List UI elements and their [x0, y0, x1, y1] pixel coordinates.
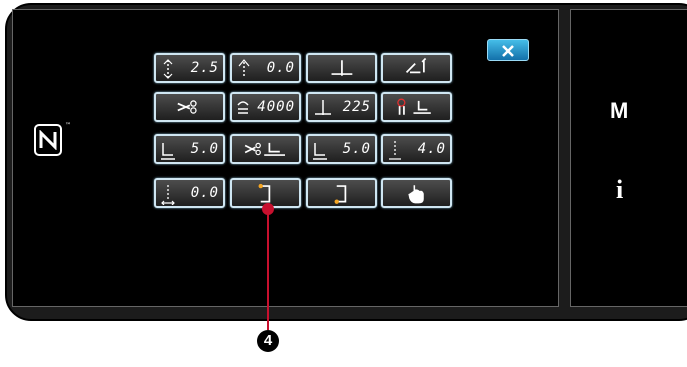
callout-number: 4	[257, 330, 279, 352]
bartack-start-icon	[258, 183, 271, 203]
trim-foot-lift-button[interactable]	[381, 92, 452, 122]
close-button[interactable]	[487, 39, 529, 61]
menu-button[interactable]: M	[610, 98, 628, 124]
needle-offset-value: 0.0	[190, 185, 219, 201]
presser-foot-stop-icon	[313, 143, 327, 160]
manual-operation-button[interactable]	[381, 178, 452, 208]
callout-marker	[262, 203, 274, 215]
bobbin-counter-value: 4000	[257, 99, 295, 115]
stitch-length-icon	[163, 59, 173, 79]
needle-up-down-button[interactable]	[306, 53, 377, 83]
needle-position-icon	[315, 100, 331, 115]
presser-foot-height-value: 5.0	[190, 141, 219, 157]
close-icon	[502, 45, 514, 57]
bartack-end-button[interactable]	[306, 178, 377, 208]
trim-foot-icon	[397, 98, 431, 115]
presser-foot-lift-icon	[405, 57, 427, 74]
stitch-height-value: 4.0	[417, 141, 446, 157]
needle-position-icon	[161, 185, 175, 205]
trim-foot-button[interactable]	[230, 134, 301, 164]
foot-stop-height-button[interactable]: 5.0	[306, 134, 377, 164]
side-panel	[570, 9, 687, 307]
presser-foot-lift-button[interactable]	[381, 53, 452, 83]
thread-trimmer-icon	[244, 142, 285, 156]
thread-trimmer-button[interactable]	[154, 92, 225, 122]
stitch-length-icon	[389, 141, 401, 160]
info-button[interactable]: i	[616, 175, 623, 205]
reverse-stitch-value: 0.0	[266, 60, 295, 76]
bobbin-counter-button[interactable]: 4000	[230, 92, 301, 122]
needle-position-button[interactable]: 225	[306, 92, 377, 122]
stitch-height-button[interactable]: 4.0	[381, 134, 452, 164]
bobbin-counter-icon	[237, 101, 249, 114]
nfc-trademark: ™	[65, 122, 71, 129]
needle-position-value: 225	[342, 99, 371, 115]
callout-line	[267, 208, 269, 330]
foot-stop-height-value: 5.0	[342, 141, 371, 157]
stitch-length-value: 2.5	[190, 60, 219, 76]
thread-trimmer-icon	[177, 100, 197, 114]
needle-up-down-icon	[331, 60, 353, 76]
needle-offset-button[interactable]: 0.0	[154, 178, 225, 208]
hand-pointer-icon	[408, 185, 424, 204]
presser-foot-height-button[interactable]: 5.0	[154, 134, 225, 164]
stitch-length-button[interactable]: 2.5	[154, 53, 225, 83]
reverse-stitch-icon	[238, 59, 250, 78]
presser-foot-lift-icon	[161, 143, 175, 160]
nfc-icon	[34, 124, 62, 156]
reverse-stitch-length-button[interactable]: 0.0	[230, 53, 301, 83]
bartack-end-icon	[334, 185, 347, 204]
